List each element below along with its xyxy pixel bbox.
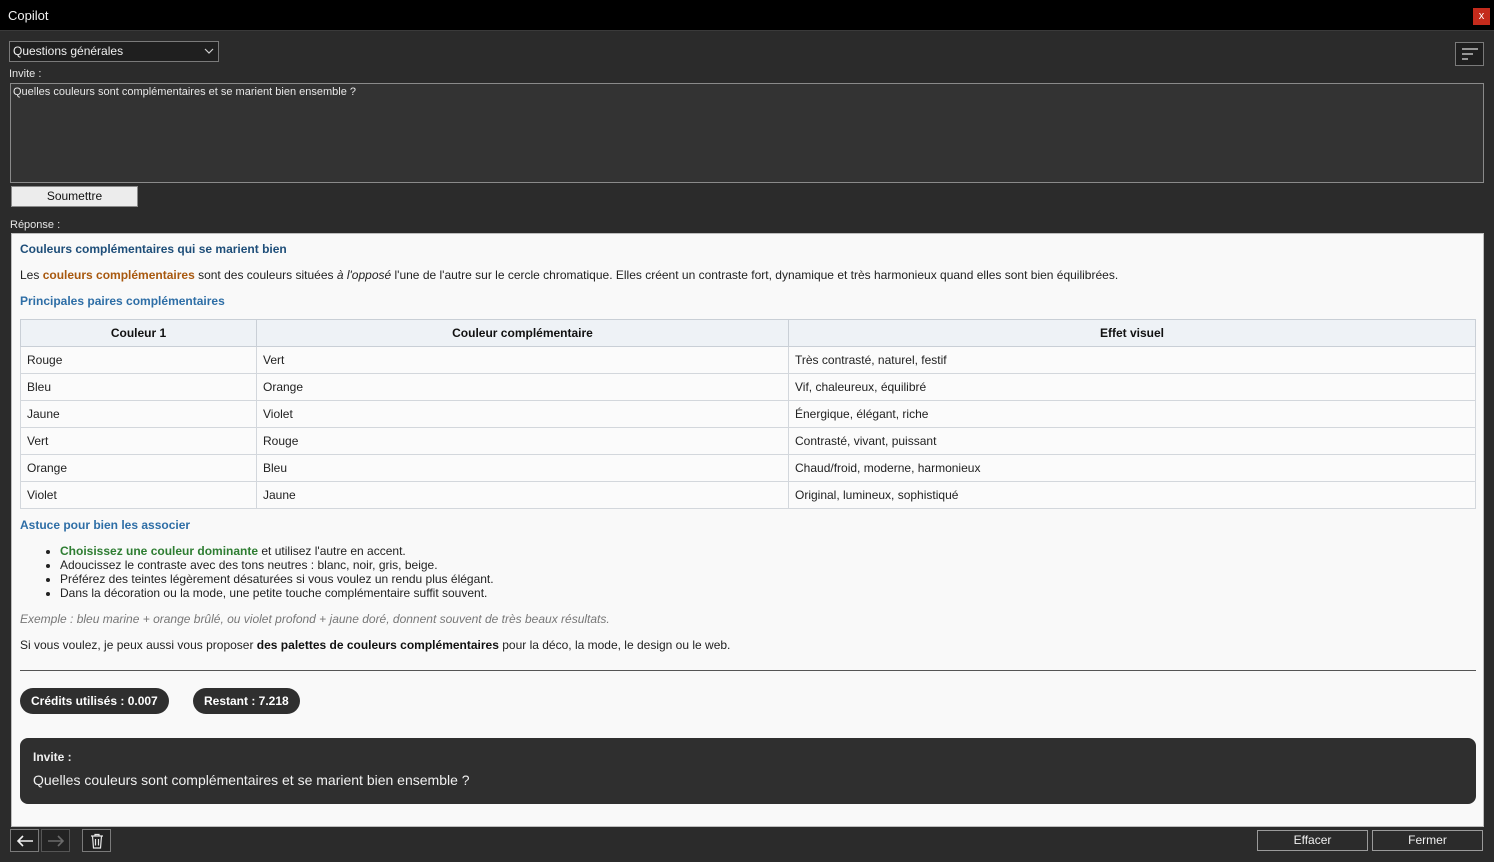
table-cell: Rouge (256, 427, 789, 455)
intro-text-3: l'une de l'autre sur le cercle chromatiq… (391, 268, 1119, 282)
trash-icon (91, 833, 103, 849)
table-row: Bleu Orange Vif, chaleureux, équilibré (20, 373, 1476, 401)
list-item: Choisissez une couleur dominante et util… (60, 544, 494, 558)
response-panel: Couleurs complémentaires qui se marient … (11, 233, 1484, 827)
table-cell: Orange (20, 454, 257, 482)
arrow-left-icon (16, 835, 33, 847)
outro-text-2: pour la déco, la mode, le design ou le w… (498, 638, 731, 652)
table-header: Couleur complémentaire (256, 319, 789, 347)
close-window-button[interactable]: x (1473, 8, 1490, 25)
list-item: Dans la décoration ou la mode, une petit… (60, 586, 494, 600)
table-cell: Bleu (256, 454, 789, 482)
table-cell: Chaud/froid, moderne, harmonieux (788, 454, 1476, 482)
sort-lines-icon (1462, 48, 1478, 60)
window-title: Copilot (8, 8, 49, 23)
tip-text: et utilisez l'autre en accent. (258, 544, 406, 558)
table-row: Violet Jaune Original, lumineux, sophist… (20, 481, 1476, 509)
mode-select[interactable]: Questions générales (9, 41, 219, 62)
response-outro: Si vous voulez, je peux aussi vous propo… (20, 638, 730, 652)
forward-button[interactable] (41, 829, 70, 852)
table-cell: Jaune (256, 481, 789, 509)
title-bar: Copilot x (0, 0, 1494, 31)
table-cell: Très contrasté, naturel, festif (788, 346, 1476, 374)
history-menu-button[interactable] (1455, 42, 1484, 66)
example-text: Exemple : bleu marine + orange brûlé, ou… (20, 612, 610, 626)
back-button[interactable] (10, 829, 39, 852)
list-item: Adoucissez le contraste avec des tons ne… (60, 558, 494, 572)
divider (20, 670, 1476, 671)
prompt-echo-card: Invite : Quelles couleurs sont complémen… (20, 738, 1476, 804)
table-cell: Original, lumineux, sophistiqué (788, 481, 1476, 509)
table-header: Couleur 1 (20, 319, 257, 347)
clear-button[interactable]: Effacer (1257, 830, 1368, 851)
tip-highlight: Choisissez une couleur dominante (60, 544, 259, 558)
table-cell: Vif, chaleureux, équilibré (788, 373, 1476, 401)
table-header: Effet visuel (788, 319, 1476, 347)
table-cell: Vert (256, 346, 789, 374)
mode-select-value: Questions générales (13, 44, 124, 58)
list-item: Préférez des teintes légèrement désaturé… (60, 572, 494, 586)
complementary-pairs-table: Couleur 1 Couleur complémentaire Effet v… (20, 319, 1476, 509)
tips-list: Choisissez une couleur dominante et util… (60, 544, 494, 600)
table-row: Jaune Violet Énergique, élégant, riche (20, 400, 1476, 428)
table-cell: Orange (256, 373, 789, 401)
table-row: Vert Rouge Contrasté, vivant, puissant (20, 427, 1476, 455)
table-cell: Jaune (20, 400, 257, 428)
prompt-input[interactable]: Quelles couleurs sont complémentaires et… (10, 83, 1484, 183)
response-intro: Les couleurs complémentaires sont des co… (20, 268, 1118, 282)
credits-remaining-badge: Restant : 7.218 (193, 688, 300, 714)
table-cell: Bleu (20, 373, 257, 401)
table-cell: Rouge (20, 346, 257, 374)
prompt-echo-label: Invite : (33, 750, 72, 764)
table-cell: Violet (20, 481, 257, 509)
table-cell: Violet (256, 400, 789, 428)
submit-button[interactable]: Soumettre (11, 186, 138, 207)
intro-text-1: Les (20, 268, 43, 282)
delete-button[interactable] (82, 829, 111, 852)
table-header-row: Couleur 1 Couleur complémentaire Effet v… (20, 319, 1476, 347)
table-row: Orange Bleu Chaud/froid, moderne, harmon… (20, 454, 1476, 482)
arrow-right-icon (48, 835, 65, 847)
response-heading: Couleurs complémentaires qui se marient … (20, 242, 287, 256)
prompt-label: Invite : (9, 68, 42, 80)
table-cell: Contrasté, vivant, puissant (788, 427, 1476, 455)
prompt-echo-text: Quelles couleurs sont complémentaires et… (33, 772, 470, 788)
table-row: Rouge Vert Très contrasté, naturel, fest… (20, 346, 1476, 374)
table-cell: Vert (20, 427, 257, 455)
pairs-heading: Principales paires complémentaires (20, 294, 225, 308)
copilot-window: Copilot x Questions générales Invite : Q… (0, 0, 1494, 862)
table-cell: Énergique, élégant, riche (788, 400, 1476, 428)
credits-used-badge: Crédits utilisés : 0.007 (20, 688, 169, 714)
close-button[interactable]: Fermer (1372, 830, 1483, 851)
outro-text-1: Si vous voulez, je peux aussi vous propo… (20, 638, 257, 652)
chevron-down-icon (204, 48, 214, 54)
tips-heading: Astuce pour bien les associer (20, 518, 191, 532)
intro-highlight: couleurs complémentaires (42, 268, 195, 282)
intro-italic: à l'opposé (336, 268, 392, 282)
intro-text-2: sont des couleurs situées (194, 268, 337, 282)
response-label: Réponse : (10, 219, 61, 231)
outro-bold: des palettes de couleurs complémentaires (256, 638, 499, 652)
